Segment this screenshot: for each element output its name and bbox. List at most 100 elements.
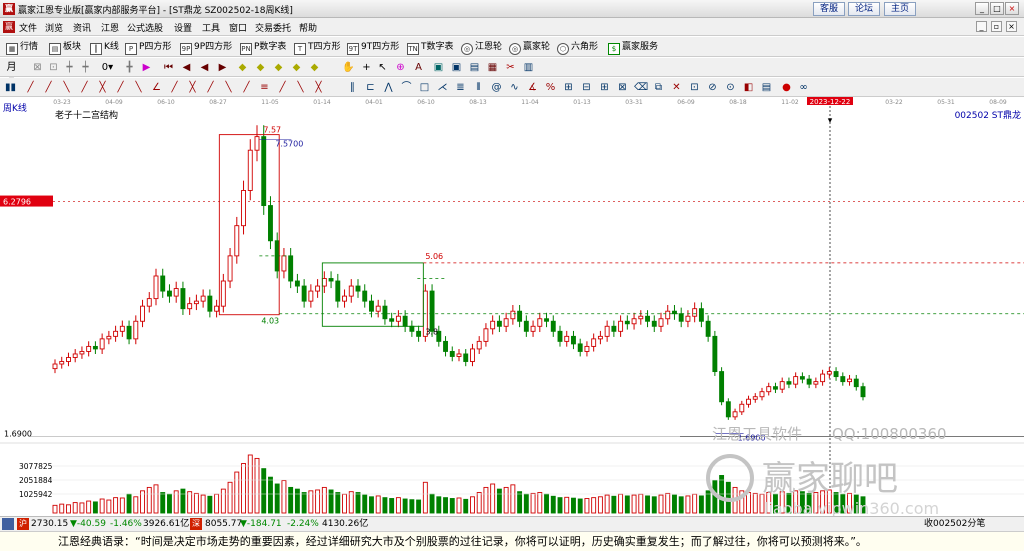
cross-tool-icon[interactable]: ╋ — [123, 61, 136, 74]
fan-tool-icon[interactable]: ⋀ — [382, 81, 395, 94]
palette-icon[interactable]: ● — [780, 81, 793, 94]
line-tool-1-icon[interactable]: ╱ — [24, 81, 37, 94]
menu-tools[interactable]: 工具 — [202, 21, 220, 34]
menu-browse[interactable]: 浏览 — [45, 21, 63, 34]
toolbar-winner-service-button[interactable]: $ 赢家服务 — [608, 40, 658, 55]
first-page-icon[interactable]: ⏮ — [162, 61, 175, 74]
diamond-tool-1-icon[interactable]: ◆ — [236, 61, 249, 74]
bar-tool-icon[interactable]: ┿ — [79, 61, 92, 74]
link-home[interactable]: 主页 — [884, 2, 917, 16]
line-tool-13-icon[interactable]: ╱ — [240, 81, 253, 94]
line-tool-6-icon[interactable]: ╱ — [114, 81, 127, 94]
gann-fan-icon[interactable]: ⋌ — [436, 81, 449, 94]
candle-tool-icon[interactable]: ┿ — [63, 61, 76, 74]
toolbar-winner-wheel-button[interactable]: ◎ 赢家轮 — [509, 40, 550, 55]
kline-chart-area[interactable]: 03-23 04-09 06-10 08-27 11-05 01-14 04-01 06-10… — [0, 97, 1024, 516]
measure-tool-icon[interactable]: ⊟ — [580, 81, 593, 94]
menu-settings[interactable]: 设置 — [174, 21, 192, 34]
line-tool-17-icon[interactable]: ╳ — [312, 81, 325, 94]
menu-trade[interactable]: 交易委托 — [255, 21, 291, 34]
child-close-button[interactable]: × — [1006, 21, 1017, 32]
kline-chart[interactable]: 03-23 04-09 06-10 08-27 11-05 01-14 04-01 06-10… — [0, 97, 1024, 516]
line-tool-7-icon[interactable]: ╲ — [132, 81, 145, 94]
back-icon[interactable]: ◀ — [198, 61, 211, 74]
toolbar-t-table-button[interactable]: TN T数字表 — [407, 40, 454, 55]
pattern-tool-icon[interactable]: ⊕ — [394, 61, 407, 74]
menu-gann[interactable]: 江恩 — [101, 21, 119, 34]
ruler-tool-icon[interactable]: ⊞ — [562, 81, 575, 94]
save-icon[interactable]: ▣ — [432, 61, 445, 74]
minimize-button[interactable]: _ — [975, 2, 989, 15]
hide-tool-icon[interactable]: ⊘ — [706, 81, 719, 94]
hand-tool-icon[interactable]: ✋ — [342, 61, 355, 74]
copy-tool-icon[interactable]: ⧉ — [652, 81, 665, 94]
line-tool-11-icon[interactable]: ╱ — [204, 81, 217, 94]
toolbar-kline-button[interactable]: ┃ K线 — [90, 40, 119, 55]
fib-tool-icon[interactable]: ≣ — [454, 81, 467, 94]
spiral-tool-icon[interactable]: @ — [490, 81, 503, 94]
layout-icon[interactable]: ▥ — [522, 61, 535, 74]
lock-tool-icon[interactable]: ⊡ — [688, 81, 701, 94]
parallel-tool-icon[interactable]: ∥ — [346, 81, 359, 94]
line-tool-2-icon[interactable]: ╱ — [42, 81, 55, 94]
status-menu-icon[interactable] — [2, 518, 14, 530]
prev-page-icon[interactable]: ◀ — [180, 61, 193, 74]
table-icon[interactable]: ▤ — [468, 61, 481, 74]
menu-window[interactable]: 窗口 — [229, 21, 247, 34]
infinity-icon[interactable]: ∞ — [797, 81, 810, 94]
square-tool-icon[interactable]: ⊠ — [31, 61, 44, 74]
tools-icon[interactable]: ✂ — [504, 61, 517, 74]
line-tool-14-icon[interactable]: ≡ — [258, 81, 271, 94]
wave-tool-icon[interactable]: ∿ — [508, 81, 521, 94]
toolbar-sectors-button[interactable]: ▤ 板块 — [49, 40, 81, 55]
plus-tool-icon[interactable]: + — [360, 61, 373, 74]
next-icon[interactable]: ▶ — [216, 61, 229, 74]
diamond-tool-2-icon[interactable]: ◆ — [254, 61, 267, 74]
line-tool-15-icon[interactable]: ╱ — [276, 81, 289, 94]
pointer-tool-icon[interactable]: ↖ — [376, 61, 389, 74]
line-tool-9-icon[interactable]: ╱ — [168, 81, 181, 94]
menu-file[interactable]: 文件 — [19, 21, 37, 34]
menu-info[interactable]: 资讯 — [73, 21, 91, 34]
grid-tool-icon[interactable]: ⊡ — [47, 61, 60, 74]
tick-detail-label[interactable]: 收002502分笔 — [924, 517, 985, 531]
print-icon[interactable]: ▦ — [486, 61, 499, 74]
link-forum[interactable]: 论坛 — [848, 2, 881, 16]
toolbar-9t-square-button[interactable]: 9T 9T四方形 — [347, 40, 399, 55]
line-tool-3-icon[interactable]: ╲ — [60, 81, 73, 94]
period-dropdown-icon[interactable]: 月▾ — [5, 61, 18, 86]
clear-tool-icon[interactable]: ⊠ — [616, 81, 629, 94]
line-tool-10-icon[interactable]: ╳ — [186, 81, 199, 94]
grid-tool-2-icon[interactable]: ⊞ — [598, 81, 611, 94]
line-tool-16-icon[interactable]: ╲ — [294, 81, 307, 94]
flag-icon[interactable]: ▶ — [140, 61, 153, 74]
color-tool-icon[interactable]: ◧ — [742, 81, 755, 94]
menu-help[interactable]: 帮助 — [299, 21, 317, 34]
toolbar-hexagon-button[interactable]: ⬡ 六角形 — [557, 40, 598, 55]
line-tool-4-icon[interactable]: ╱ — [78, 81, 91, 94]
diamond-tool-3-icon[interactable]: ◆ — [272, 61, 285, 74]
line-tool-5-icon[interactable]: ╳ — [96, 81, 109, 94]
diamond-tool-4-icon[interactable]: ◆ — [290, 61, 303, 74]
mark-tool-icon[interactable]: ✕ — [670, 81, 683, 94]
toolbar-p-square-button[interactable]: P P四方形 — [125, 40, 171, 55]
toolbar-p-table-button[interactable]: PN P数字表 — [240, 40, 286, 55]
channel-tool-icon[interactable]: ⊏ — [364, 81, 377, 94]
bars-icon[interactable]: ▮▮ — [4, 81, 17, 94]
zero-dropdown-icon[interactable]: 0▾ — [101, 61, 114, 74]
show-tool-icon[interactable]: ⊙ — [724, 81, 737, 94]
line-tool-12-icon[interactable]: ╲ — [222, 81, 235, 94]
toolbar-9p-square-button[interactable]: 9P 9P四方形 — [180, 40, 232, 55]
toolbar-quotes-button[interactable]: ▦ 行情 — [6, 40, 38, 55]
maximize-button[interactable]: □ — [990, 2, 1004, 15]
diamond-tool-5-icon[interactable]: ◆ — [308, 61, 321, 74]
close-button[interactable]: × — [1005, 2, 1019, 15]
style-tool-icon[interactable]: ▤ — [760, 81, 773, 94]
link-customer-service[interactable]: 客服 — [813, 2, 846, 16]
child-minimize-button[interactable]: _ — [976, 21, 987, 32]
line-tool-8-icon[interactable]: ∠ — [150, 81, 163, 94]
menu-formula-screen[interactable]: 公式选股 — [127, 21, 163, 34]
toolbar-t-square-button[interactable]: T T四方形 — [294, 40, 341, 55]
toolbar-gann-wheel-button[interactable]: ◎ 江恩轮 — [461, 40, 502, 55]
child-restore-button[interactable]: ▫ — [991, 21, 1002, 32]
